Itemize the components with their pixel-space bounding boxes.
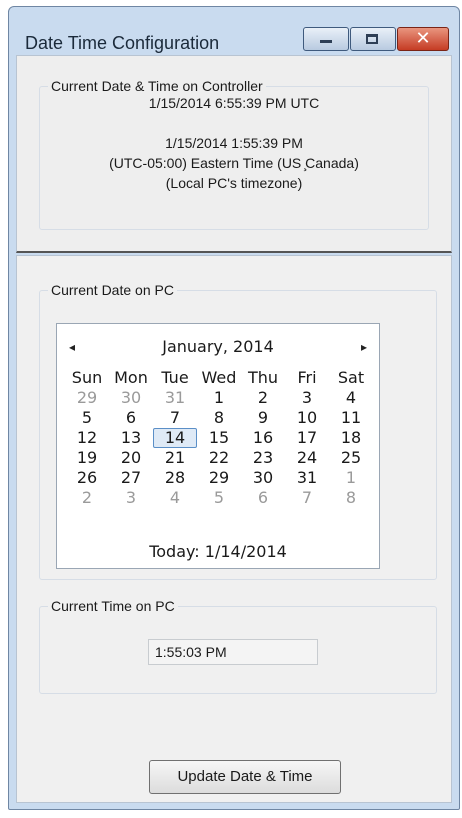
minimize-icon: [320, 40, 332, 43]
controller-timezone: (UTC-05:00) Eastern Time (US ̧Canada): [109, 155, 359, 171]
controller-local-time: 1/15/2014 1:55:39 PM: [165, 135, 303, 151]
pc-pane: Current Date on PC ◂ January, 2014 ▸ Sun…: [16, 255, 452, 803]
calendar-day[interactable]: 29: [65, 388, 109, 408]
pc-time-group-legend: Current Time on PC: [48, 598, 178, 614]
calendar-today-label[interactable]: Today: 1/14/2014: [57, 542, 379, 561]
calendar-day[interactable]: 4: [153, 488, 197, 508]
weekday-header: Wed: [201, 368, 237, 387]
pc-time-field[interactable]: 1:55:03 PM: [148, 639, 318, 665]
pc-date-group-legend: Current Date on PC: [48, 282, 177, 298]
calendar-day[interactable]: 8: [197, 408, 241, 428]
calendar-day[interactable]: 4: [329, 388, 373, 408]
calendar-day[interactable]: 11: [329, 408, 373, 428]
calendar-day[interactable]: 2: [241, 388, 285, 408]
weekday-header: Sun: [71, 368, 103, 387]
calendar-day[interactable]: 1: [329, 468, 373, 488]
calendar-day[interactable]: 23: [241, 448, 285, 468]
calendar-day[interactable]: 5: [65, 408, 109, 428]
calendar-day[interactable]: 22: [197, 448, 241, 468]
calendar-day[interactable]: 17: [285, 428, 329, 448]
calendar-day[interactable]: 10: [285, 408, 329, 428]
maximize-button[interactable]: [350, 27, 396, 51]
calendar-day[interactable]: 31: [153, 388, 197, 408]
calendar-day[interactable]: 7: [285, 488, 329, 508]
controller-group: Current Date & Time on Controller 1/15/2…: [39, 78, 429, 230]
weekday-header: Sat: [337, 368, 365, 387]
calendar-day[interactable]: 30: [109, 388, 153, 408]
calendar-day[interactable]: 6: [241, 488, 285, 508]
calendar-day[interactable]: 15: [197, 428, 241, 448]
calendar-day[interactable]: 12: [65, 428, 109, 448]
calendar-day[interactable]: 6: [109, 408, 153, 428]
calendar-day[interactable]: 1: [197, 388, 241, 408]
update-date-time-button[interactable]: Update Date & Time: [149, 760, 341, 794]
calendar-day[interactable]: 7: [153, 408, 197, 428]
controller-utc-time: 1/15/2014 6:55:39 PM UTC: [148, 95, 320, 111]
title-bar[interactable]: Date Time Configuration ✕: [9, 7, 459, 55]
calendar-day[interactable]: 8: [329, 488, 373, 508]
calendar-grid: Sun Mon Tue Wed Thu Fri Sat 29 30 31 1 2 3 4 5 6 7 8 9 10 11…: [65, 368, 373, 508]
calendar-day[interactable]: 2: [65, 488, 109, 508]
calendar-day[interactable]: 3: [109, 488, 153, 508]
weekday-header: Fri: [297, 368, 317, 387]
calendar-day[interactable]: 31: [285, 468, 329, 488]
calendar-day[interactable]: 3: [285, 388, 329, 408]
controller-group-legend: Current Date & Time on Controller: [48, 78, 266, 94]
weekday-header: Tue: [161, 368, 189, 387]
pc-time-group: Current Time on PC 1:55:03 PM: [39, 598, 437, 694]
controller-timezone-note: (Local PC's timezone): [165, 175, 303, 191]
date-time-config-window: Date Time Configuration ✕ Current Date &…: [8, 6, 460, 810]
calendar-day[interactable]: 16: [241, 428, 285, 448]
calendar-day[interactable]: 18: [329, 428, 373, 448]
weekday-header: Mon: [114, 368, 148, 387]
calendar-day[interactable]: 20: [109, 448, 153, 468]
controller-pane: Current Date & Time on Controller 1/15/2…: [16, 55, 452, 253]
close-button[interactable]: ✕: [397, 27, 449, 51]
maximize-icon: [366, 34, 378, 44]
calendar-day[interactable]: 26: [65, 468, 109, 488]
calendar-month-label[interactable]: January, 2014: [57, 337, 379, 356]
calendar-day[interactable]: 28: [153, 468, 197, 488]
calendar-day[interactable]: 30: [241, 468, 285, 488]
month-calendar[interactable]: ◂ January, 2014 ▸ Sun Mon Tue Wed Thu Fri Sat 2…: [56, 323, 380, 569]
window-title: Date Time Configuration: [25, 33, 220, 53]
calendar-day-selected[interactable]: 14: [153, 428, 197, 448]
calendar-day[interactable]: 24: [285, 448, 329, 468]
weekday-header: Thu: [247, 368, 279, 387]
calendar-day[interactable]: 5: [197, 488, 241, 508]
pc-date-group: Current Date on PC ◂ January, 2014 ▸ Sun…: [39, 282, 437, 580]
calendar-day[interactable]: 25: [329, 448, 373, 468]
next-month-icon[interactable]: ▸: [361, 340, 367, 354]
close-icon: ✕: [415, 28, 431, 49]
calendar-day[interactable]: 9: [241, 408, 285, 428]
calendar-day[interactable]: 27: [109, 468, 153, 488]
calendar-day[interactable]: 19: [65, 448, 109, 468]
minimize-button[interactable]: [303, 27, 349, 51]
calendar-day[interactable]: 21: [153, 448, 197, 468]
calendar-day[interactable]: 13: [109, 428, 153, 448]
calendar-day[interactable]: 29: [197, 468, 241, 488]
